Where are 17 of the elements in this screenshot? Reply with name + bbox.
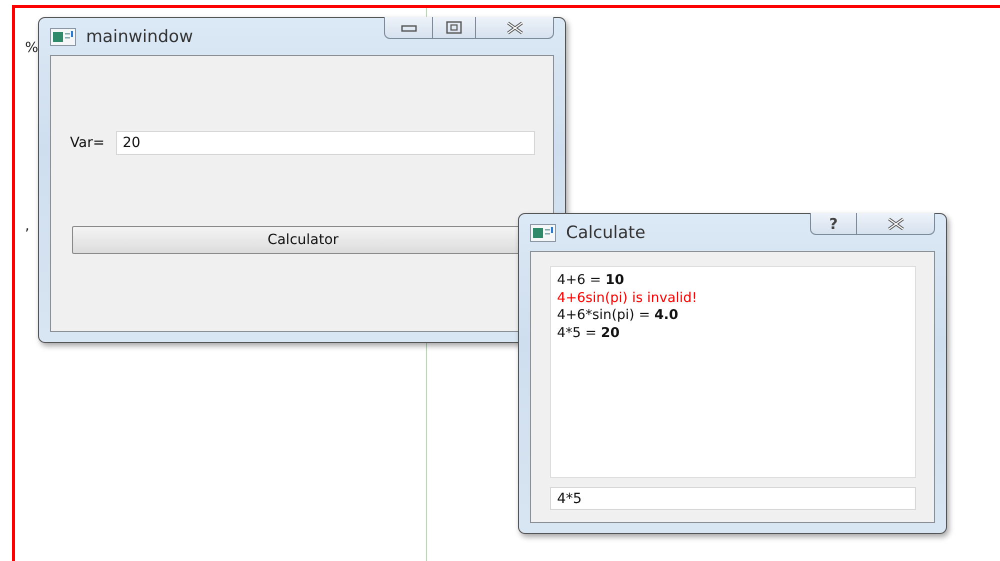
close-icon [886, 216, 906, 230]
output-line: 4*5 = 20 [557, 324, 621, 342]
var-field[interactable]: 20 [116, 131, 535, 155]
close-icon [504, 20, 524, 34]
output-line: 4+6sin(pi) is invalid! [557, 290, 698, 307]
window-title: Calculate [566, 222, 646, 242]
window-title: mainwindow [86, 26, 193, 46]
expression-field[interactable]: 4*5 [550, 487, 916, 510]
app-icon [50, 28, 76, 46]
output-line: 4+6*sin(pi) = 4.0 [557, 307, 680, 324]
app-icon [530, 224, 556, 242]
background-text: , [25, 218, 30, 234]
output-line: 4+6 = 10 [557, 272, 626, 290]
var-label: Var= [70, 135, 105, 151]
maximize-icon [446, 20, 462, 34]
minimize-icon [400, 24, 416, 32]
background-text: % [25, 40, 38, 56]
